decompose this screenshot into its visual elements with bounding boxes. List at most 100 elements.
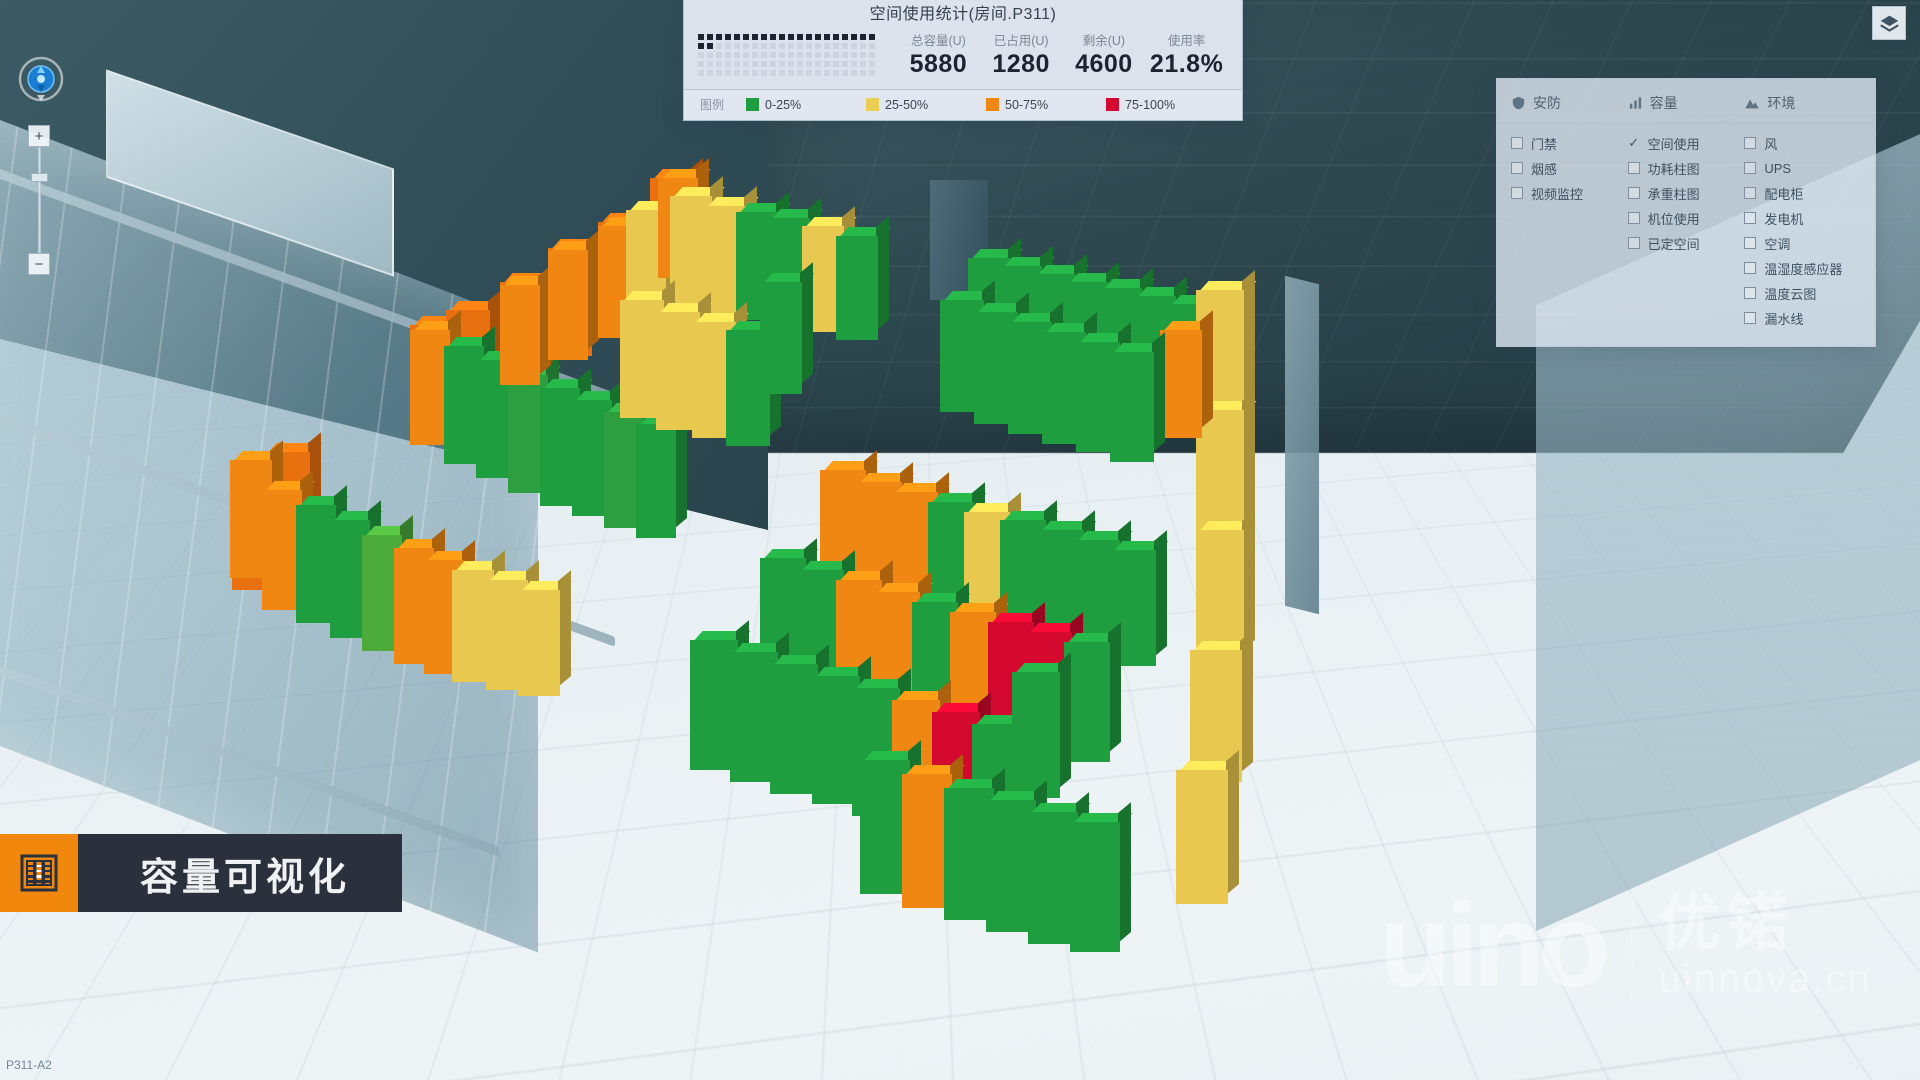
layer-item-UPS[interactable]: UPS <box>1744 157 1861 179</box>
usage-dot <box>860 33 866 40</box>
layer-group-security[interactable]: 安防 <box>1511 93 1628 113</box>
layer-item-功耗柱图[interactable]: 功耗柱图 <box>1627 157 1745 179</box>
checkbox[interactable] <box>1744 237 1757 249</box>
metric-1: 已占用(U) 1280 <box>982 30 1060 79</box>
layer-item-风[interactable]: 风 <box>1744 132 1861 154</box>
checkbox[interactable] <box>1511 137 1523 149</box>
server-rack[interactable] <box>1070 802 1133 952</box>
layer-item-温度云图[interactable]: 温度云图 <box>1744 282 1861 304</box>
usage-dot <box>869 42 875 49</box>
server-rack[interactable] <box>1110 332 1167 462</box>
checkbox[interactable] <box>1744 312 1757 324</box>
layer-item-烟感[interactable]: 烟感 <box>1511 157 1628 179</box>
usage-dot <box>842 33 848 40</box>
checkbox[interactable] <box>1511 187 1523 199</box>
usage-dot <box>779 69 785 76</box>
usage-dot <box>797 51 803 58</box>
layer-control-panel[interactable]: 安防 容量 环境 门禁烟感视频监控 ✓ 空间使用功耗柱图承重柱图机位使用已定空间 风 U… <box>1496 78 1876 347</box>
layer-item-温湿度感应器[interactable]: 温湿度感应器 <box>1744 257 1861 279</box>
metric-label: 已占用(U) <box>993 34 1049 48</box>
usage-dot <box>860 69 866 76</box>
zoom-in-button[interactable]: + <box>28 125 50 147</box>
checkbox[interactable] <box>1627 212 1640 224</box>
checkbox[interactable] <box>1744 137 1757 149</box>
checkbox[interactable] <box>1744 187 1757 199</box>
layer-item-机位使用[interactable]: 机位使用 <box>1627 207 1745 229</box>
layers-toggle-button[interactable] <box>1872 6 1906 40</box>
metric-label: 总容量(U) <box>910 34 966 48</box>
space-usage-stats-panel[interactable]: 空间使用统计(房间.P311) 总容量(U) 5880 已占用(U) 1280 剩余(U… <box>683 0 1243 121</box>
usage-dot <box>716 69 722 76</box>
server-rack[interactable] <box>1012 652 1073 798</box>
usage-dot <box>824 33 830 40</box>
zoom-slider-track[interactable] <box>38 147 41 253</box>
checkbox[interactable] <box>1744 287 1757 299</box>
checkbox[interactable] <box>1627 162 1640 174</box>
orbit-compass-control[interactable] <box>15 55 67 107</box>
layer-group-headers: 安防 容量 环境 <box>1497 89 1875 124</box>
server-rack[interactable] <box>836 216 891 340</box>
legend-items: 0-25% 25-50% 50-75% 75-100% <box>746 98 1226 112</box>
metric-value: 21.8% <box>1149 50 1224 78</box>
zoom-slider-control[interactable]: + − <box>28 125 52 275</box>
legend-label: 25-50% <box>885 97 929 112</box>
usage-dot <box>734 33 740 40</box>
usage-dot <box>797 69 803 76</box>
usage-dot <box>824 51 830 58</box>
usage-dot <box>797 42 803 49</box>
checkbox[interactable] <box>1744 212 1757 224</box>
usage-dot <box>869 69 875 76</box>
server-rack[interactable] <box>518 570 573 696</box>
server-rack[interactable] <box>1176 750 1241 904</box>
zoom-slider-handle[interactable] <box>31 173 48 182</box>
server-rack[interactable] <box>1196 390 1257 538</box>
layer-item-空间使用[interactable]: ✓ 空间使用 <box>1628 132 1745 154</box>
layer-item-label: 功耗柱图 <box>1647 161 1700 177</box>
usage-dot <box>833 60 839 67</box>
checkbox[interactable] <box>1627 187 1640 199</box>
usage-dot <box>743 51 749 58</box>
layer-item-label: 温湿度感应器 <box>1764 261 1843 277</box>
usage-dot <box>797 33 803 40</box>
usage-dot <box>851 42 857 49</box>
checkbox[interactable] <box>1744 162 1757 174</box>
server-rack[interactable] <box>636 404 689 538</box>
server-rack[interactable] <box>1160 310 1215 438</box>
server-rack[interactable] <box>500 265 553 385</box>
dot-row <box>698 42 875 49</box>
mountain-icon <box>1745 99 1760 109</box>
shield-icon <box>1512 96 1525 110</box>
checkbox[interactable] <box>1744 262 1757 274</box>
usage-dot <box>788 33 794 40</box>
usage-dot <box>734 60 740 67</box>
usage-dot <box>833 51 839 58</box>
layer-item-空调[interactable]: 空调 <box>1744 232 1861 254</box>
usage-dot <box>824 69 830 76</box>
layer-item-门禁[interactable]: 门禁 <box>1511 132 1628 154</box>
usage-dot <box>698 33 704 40</box>
checkbox[interactable] <box>1627 237 1640 249</box>
zoom-out-button[interactable]: − <box>28 253 50 275</box>
metric-value: 5880 <box>909 50 968 78</box>
server-rack[interactable] <box>548 230 601 360</box>
checkbox[interactable] <box>1511 162 1523 174</box>
usage-dot <box>707 60 713 67</box>
watermark-cn-name: 优锘 <box>1658 889 1795 959</box>
layer-item-漏水线[interactable]: 漏水线 <box>1744 307 1861 329</box>
layer-group-environment[interactable]: 环境 <box>1744 93 1861 113</box>
layer-group-label: 容量 <box>1649 95 1678 111</box>
usage-dot <box>725 42 731 49</box>
usage-dot <box>734 69 740 76</box>
layer-group-capacity[interactable]: 容量 <box>1628 93 1745 113</box>
server-rack[interactable] <box>770 644 831 794</box>
layer-item-配电柜[interactable]: 配电柜 <box>1744 182 1861 204</box>
server-rack[interactable] <box>760 262 815 394</box>
layer-item-发电机[interactable]: 发电机 <box>1744 207 1861 229</box>
usage-dot <box>779 60 785 67</box>
dot-row <box>698 69 875 76</box>
layer-item-已定空间[interactable]: 已定空间 <box>1627 232 1745 254</box>
layer-item-承重柱图[interactable]: 承重柱图 <box>1627 182 1745 204</box>
layer-item-视频监控[interactable]: 视频监控 <box>1511 182 1628 204</box>
layer-item-label: 门禁 <box>1531 136 1558 152</box>
usage-dot <box>698 42 704 49</box>
